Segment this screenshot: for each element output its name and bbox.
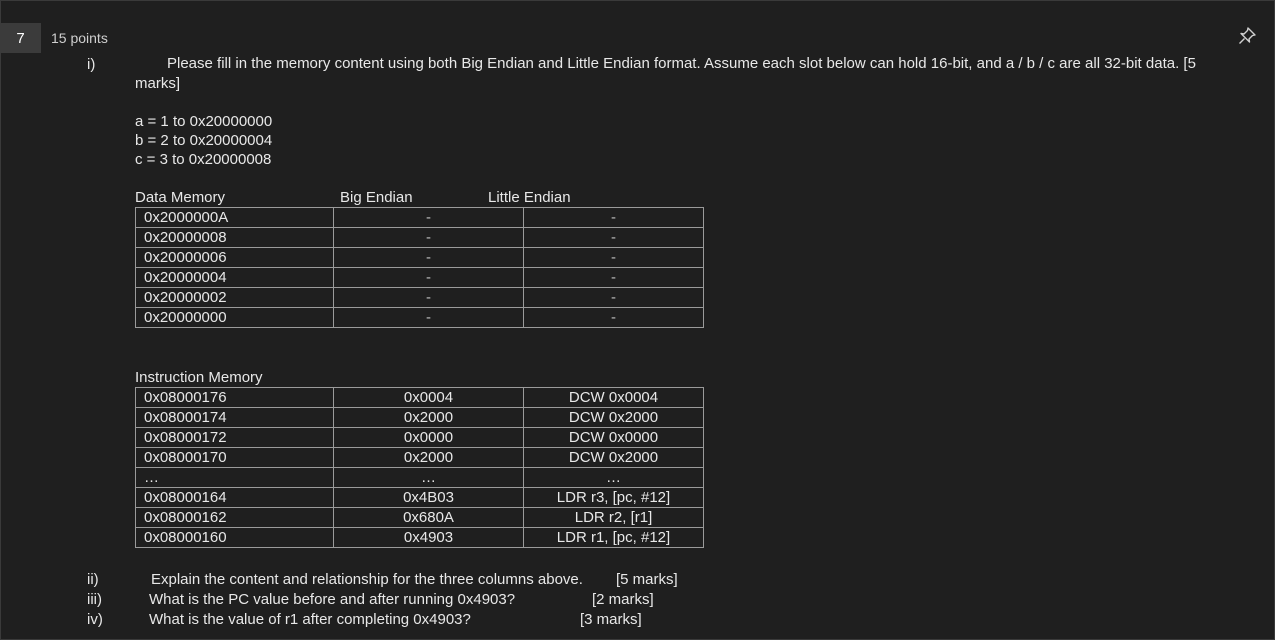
table-row: 0x08000170 0x2000 DCW 0x2000 <box>135 447 704 468</box>
address-cell: 0x20000006 <box>135 247 334 268</box>
assembly-cell: … <box>523 467 704 488</box>
instruction-memory-title: Instruction Memory <box>135 369 263 386</box>
little-endian-cell[interactable]: - <box>523 287 704 308</box>
address-cell: … <box>135 467 334 488</box>
little-endian-cell[interactable]: - <box>523 247 704 268</box>
little-endian-header: Little Endian <box>488 189 571 206</box>
address-cell: 0x20000004 <box>135 267 334 288</box>
address-cell: 0x08000162 <box>135 507 334 528</box>
little-endian-cell[interactable]: - <box>523 267 704 288</box>
big-endian-header: Big Endian <box>340 189 413 206</box>
table-row: 0x2000000A - - <box>135 207 704 228</box>
table-row: 0x20000004 - - <box>135 267 704 288</box>
big-endian-cell[interactable]: - <box>333 227 524 248</box>
table-row: 0x08000172 0x0000 DCW 0x0000 <box>135 427 704 448</box>
assembly-cell: DCW 0x2000 <box>523 407 704 428</box>
address-cell: 0x08000174 <box>135 407 334 428</box>
little-endian-cell[interactable]: - <box>523 207 704 228</box>
big-endian-cell[interactable]: - <box>333 307 524 328</box>
address-cell: 0x08000164 <box>135 487 334 508</box>
part-iii-text: What is the PC value before and after ru… <box>149 591 516 608</box>
instruction-memory-table: 0x08000176 0x0004 DCW 0x0004 0x08000174 … <box>135 387 704 548</box>
machine-code-cell: 0x4903 <box>333 527 524 548</box>
machine-code-cell: 0x0000 <box>333 427 524 448</box>
table-row: 0x20000002 - - <box>135 287 704 308</box>
machine-code-cell: 0x2000 <box>333 407 524 428</box>
address-cell: 0x08000172 <box>135 427 334 448</box>
big-endian-cell[interactable]: - <box>333 287 524 308</box>
part-iv-text: What is the value of r1 after completing… <box>149 611 471 628</box>
address-cell: 0x20000000 <box>135 307 334 328</box>
address-cell: 0x08000170 <box>135 447 334 468</box>
address-cell: 0x08000176 <box>135 387 334 408</box>
assignment-c: c = 3 to 0x20000008 <box>135 151 272 168</box>
little-endian-cell[interactable]: - <box>523 307 704 328</box>
part-i-text-line1: Please fill in the memory content using … <box>167 55 1196 72</box>
table-row: 0x08000176 0x0004 DCW 0x0004 <box>135 387 704 408</box>
machine-code-cell: 0x680A <box>333 507 524 528</box>
assignment-b: b = 2 to 0x20000004 <box>135 132 273 149</box>
assembly-cell: LDR r3, [pc, #12] <box>523 487 704 508</box>
assembly-cell: LDR r1, [pc, #12] <box>523 527 704 548</box>
machine-code-cell: 0x2000 <box>333 447 524 468</box>
part-iv-marks: [3 marks] <box>580 611 642 628</box>
table-row: 0x08000164 0x4B03 LDR r3, [pc, #12] <box>135 487 704 508</box>
pin-icon[interactable] <box>1237 26 1257 46</box>
question-points: 15 points <box>51 30 108 46</box>
table-row: 0x08000174 0x2000 DCW 0x2000 <box>135 407 704 428</box>
part-i-label: i) <box>87 56 96 73</box>
assembly-cell: DCW 0x2000 <box>523 447 704 468</box>
table-row: … … … <box>135 467 704 488</box>
part-ii-label: ii) <box>87 571 99 588</box>
big-endian-cell[interactable]: - <box>333 267 524 288</box>
address-cell: 0x20000008 <box>135 227 334 248</box>
address-cell: 0x08000160 <box>135 527 334 548</box>
assembly-cell: DCW 0x0004 <box>523 387 704 408</box>
part-iii-label: iii) <box>87 591 102 608</box>
assembly-cell: LDR r2, [r1] <box>523 507 704 528</box>
assignment-a: a = 1 to 0x20000000 <box>135 113 273 130</box>
machine-code-cell: … <box>333 467 524 488</box>
data-memory-title: Data Memory <box>135 189 226 206</box>
part-ii-marks: [5 marks] <box>616 571 678 588</box>
assembly-cell: DCW 0x0000 <box>523 427 704 448</box>
table-row: 0x08000162 0x680A LDR r2, [r1] <box>135 507 704 528</box>
address-cell: 0x20000002 <box>135 287 334 308</box>
table-row: 0x20000008 - - <box>135 227 704 248</box>
big-endian-cell[interactable]: - <box>333 247 524 268</box>
question-number: 7 <box>0 23 41 53</box>
table-row: 0x20000006 - - <box>135 247 704 268</box>
part-i-text-line2: marks] <box>135 75 180 92</box>
data-memory-table: 0x2000000A - - 0x20000008 - - 0x20000006… <box>135 207 704 328</box>
table-row: 0x20000000 - - <box>135 307 704 328</box>
table-row: 0x08000160 0x4903 LDR r1, [pc, #12] <box>135 527 704 548</box>
big-endian-cell[interactable]: - <box>333 207 524 228</box>
little-endian-cell[interactable]: - <box>523 227 704 248</box>
machine-code-cell: 0x0004 <box>333 387 524 408</box>
part-ii-text: Explain the content and relationship for… <box>151 571 583 588</box>
address-cell: 0x2000000A <box>135 207 334 228</box>
machine-code-cell: 0x4B03 <box>333 487 524 508</box>
part-iii-marks: [2 marks] <box>592 591 654 608</box>
part-iv-label: iv) <box>87 611 103 628</box>
